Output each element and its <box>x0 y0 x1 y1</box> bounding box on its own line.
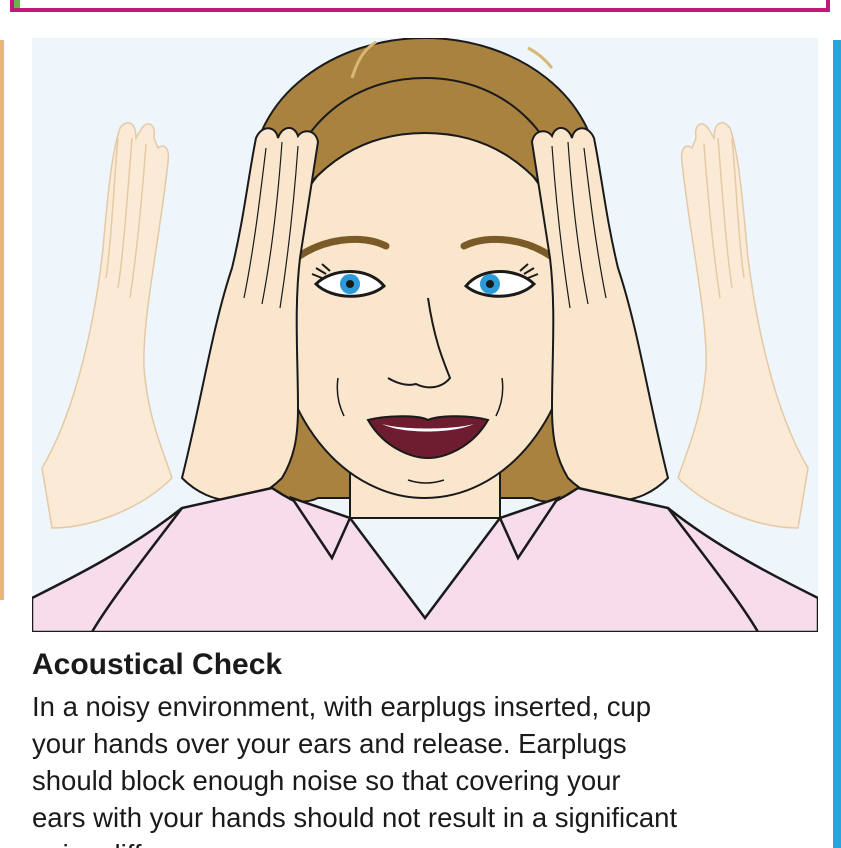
banner-accent-tab <box>14 0 20 8</box>
right-edge-strip <box>833 40 841 848</box>
illustration-woman-covering-ears <box>32 38 818 632</box>
illustration-svg <box>32 38 818 632</box>
instruction-section: Acoustical Check In a noisy environment,… <box>32 648 822 848</box>
left-edge-strip <box>0 40 4 600</box>
top-banner-frame <box>10 0 830 12</box>
section-heading: Acoustical Check <box>32 648 283 681</box>
section-body: In a noisy environment, with earplugs in… <box>32 691 678 848</box>
page: Acoustical Check In a noisy environment,… <box>0 0 841 848</box>
